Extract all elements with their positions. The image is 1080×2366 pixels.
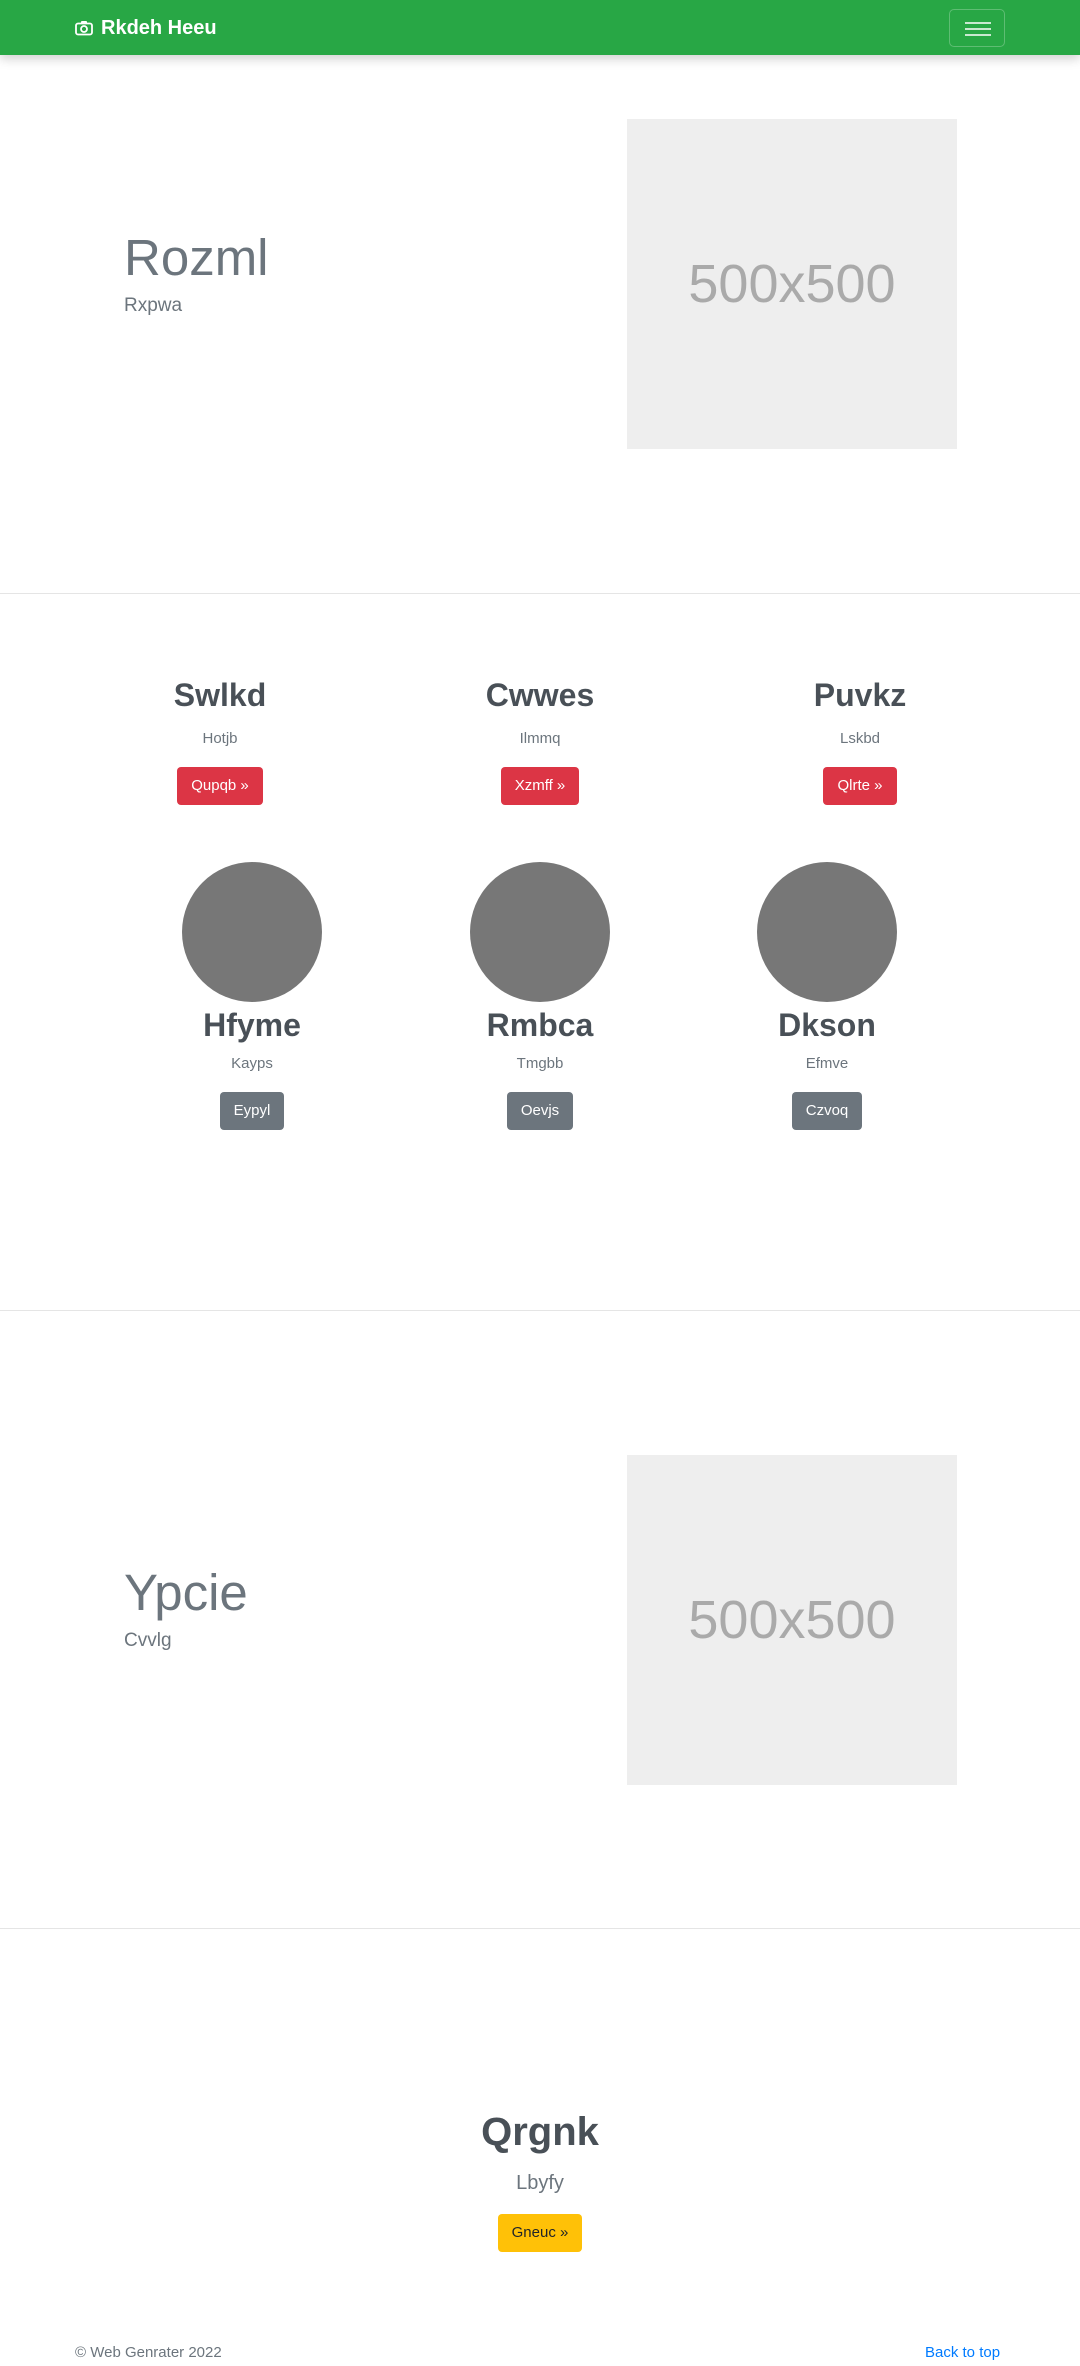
hero-image-placeholder: 500x500 [627, 1455, 957, 1785]
avatar [182, 862, 322, 1002]
feature-column: Cwwes Ilmmq Xzmff » [390, 675, 690, 805]
feature-button[interactable]: Xzmff » [500, 767, 580, 805]
person-subtitle: Efmve [805, 1055, 849, 1072]
section-divider [0, 1310, 1080, 1311]
person-name: Rmbca [486, 1007, 594, 1043]
feature-button[interactable]: Qlrte » [823, 767, 897, 805]
cta-button[interactable]: Gneuc » [497, 2214, 583, 2252]
person-button[interactable]: Czvoq [791, 1092, 863, 1130]
person-subtitle: Kayps [231, 1055, 273, 1072]
feature-title: Puvkz [813, 677, 907, 713]
avatar [757, 862, 897, 1002]
footer-copyright: © Web Genrater 2022 [75, 2344, 222, 2361]
feature-subtitle: Lskbd [839, 730, 881, 747]
feature-subtitle: Ilmmq [519, 730, 561, 747]
section-divider [0, 593, 1080, 594]
cta-title: Qrgnk [481, 2110, 599, 2154]
person-card: Dkson Efmve Czvoq [717, 862, 937, 1130]
feature-subtitle: Hotjb [202, 730, 238, 747]
brand-name: Rkdeh Heeu [101, 17, 217, 39]
person-name: Dkson [778, 1007, 876, 1043]
placeholder-label: 500x500 [688, 1590, 896, 1650]
person-name: Hfyme [203, 1007, 301, 1043]
person-card: Hfyme Kayps Eypyl [142, 862, 362, 1130]
person-card: Rmbca Tmgbb Oevjs [430, 862, 650, 1130]
person-subtitle: Tmgbb [516, 1055, 564, 1072]
hero-subtitle: Rxpwa [124, 295, 183, 316]
hero-subtitle: Cvvlg [124, 1630, 172, 1651]
brand-link[interactable]: Rkdeh Heeu [75, 16, 217, 40]
navbar: Rkdeh Heeu [0, 0, 1080, 55]
feature-button[interactable]: Qupqb » [177, 767, 263, 805]
cta-subtitle: Lbyfy [516, 2172, 564, 2194]
placeholder-label: 500x500 [688, 254, 896, 314]
feature-column: Puvkz Lskbd Qlrte » [710, 675, 1010, 805]
hero-title: Rozml [124, 229, 269, 286]
navbar-toggle-button[interactable] [949, 9, 1005, 47]
hero-image-placeholder: 500x500 [627, 119, 957, 449]
back-to-top-link[interactable]: Back to top [925, 2343, 1000, 2363]
person-button[interactable]: Oevjs [506, 1092, 574, 1130]
camera-icon [75, 21, 93, 36]
feature-title: Cwwes [485, 677, 595, 713]
feature-column: Swlkd Hotjb Qupqb » [70, 675, 370, 805]
avatar [470, 862, 610, 1002]
hero-title: Ypcie [124, 1564, 248, 1621]
person-button[interactable]: Eypyl [219, 1092, 285, 1130]
feature-title: Swlkd [173, 677, 267, 713]
cta-section: Qrgnk Lbyfy Gneuc » [340, 2108, 740, 2252]
section-divider [0, 1928, 1080, 1929]
